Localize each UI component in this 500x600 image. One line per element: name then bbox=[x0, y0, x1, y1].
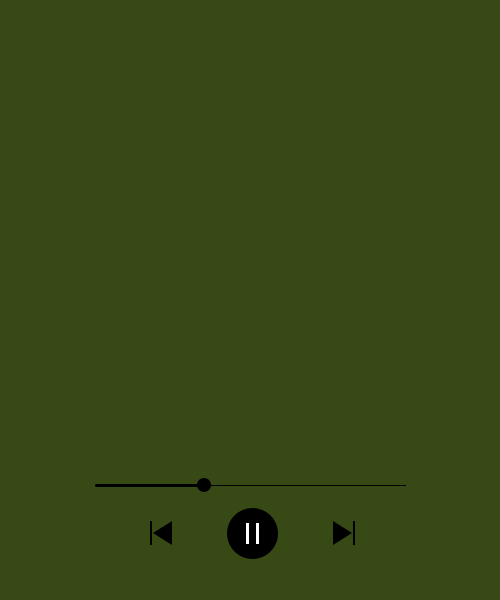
next-button[interactable] bbox=[329, 518, 359, 548]
seek-progress bbox=[95, 484, 204, 487]
seek-bar[interactable] bbox=[95, 476, 406, 496]
media-player bbox=[0, 0, 500, 600]
playback-controls bbox=[0, 506, 500, 560]
seek-thumb[interactable] bbox=[197, 478, 211, 492]
previous-button[interactable] bbox=[146, 518, 176, 548]
pause-button[interactable] bbox=[227, 508, 278, 559]
skip-next-icon bbox=[333, 521, 355, 545]
pause-icon bbox=[246, 523, 259, 544]
skip-previous-icon bbox=[150, 521, 172, 545]
